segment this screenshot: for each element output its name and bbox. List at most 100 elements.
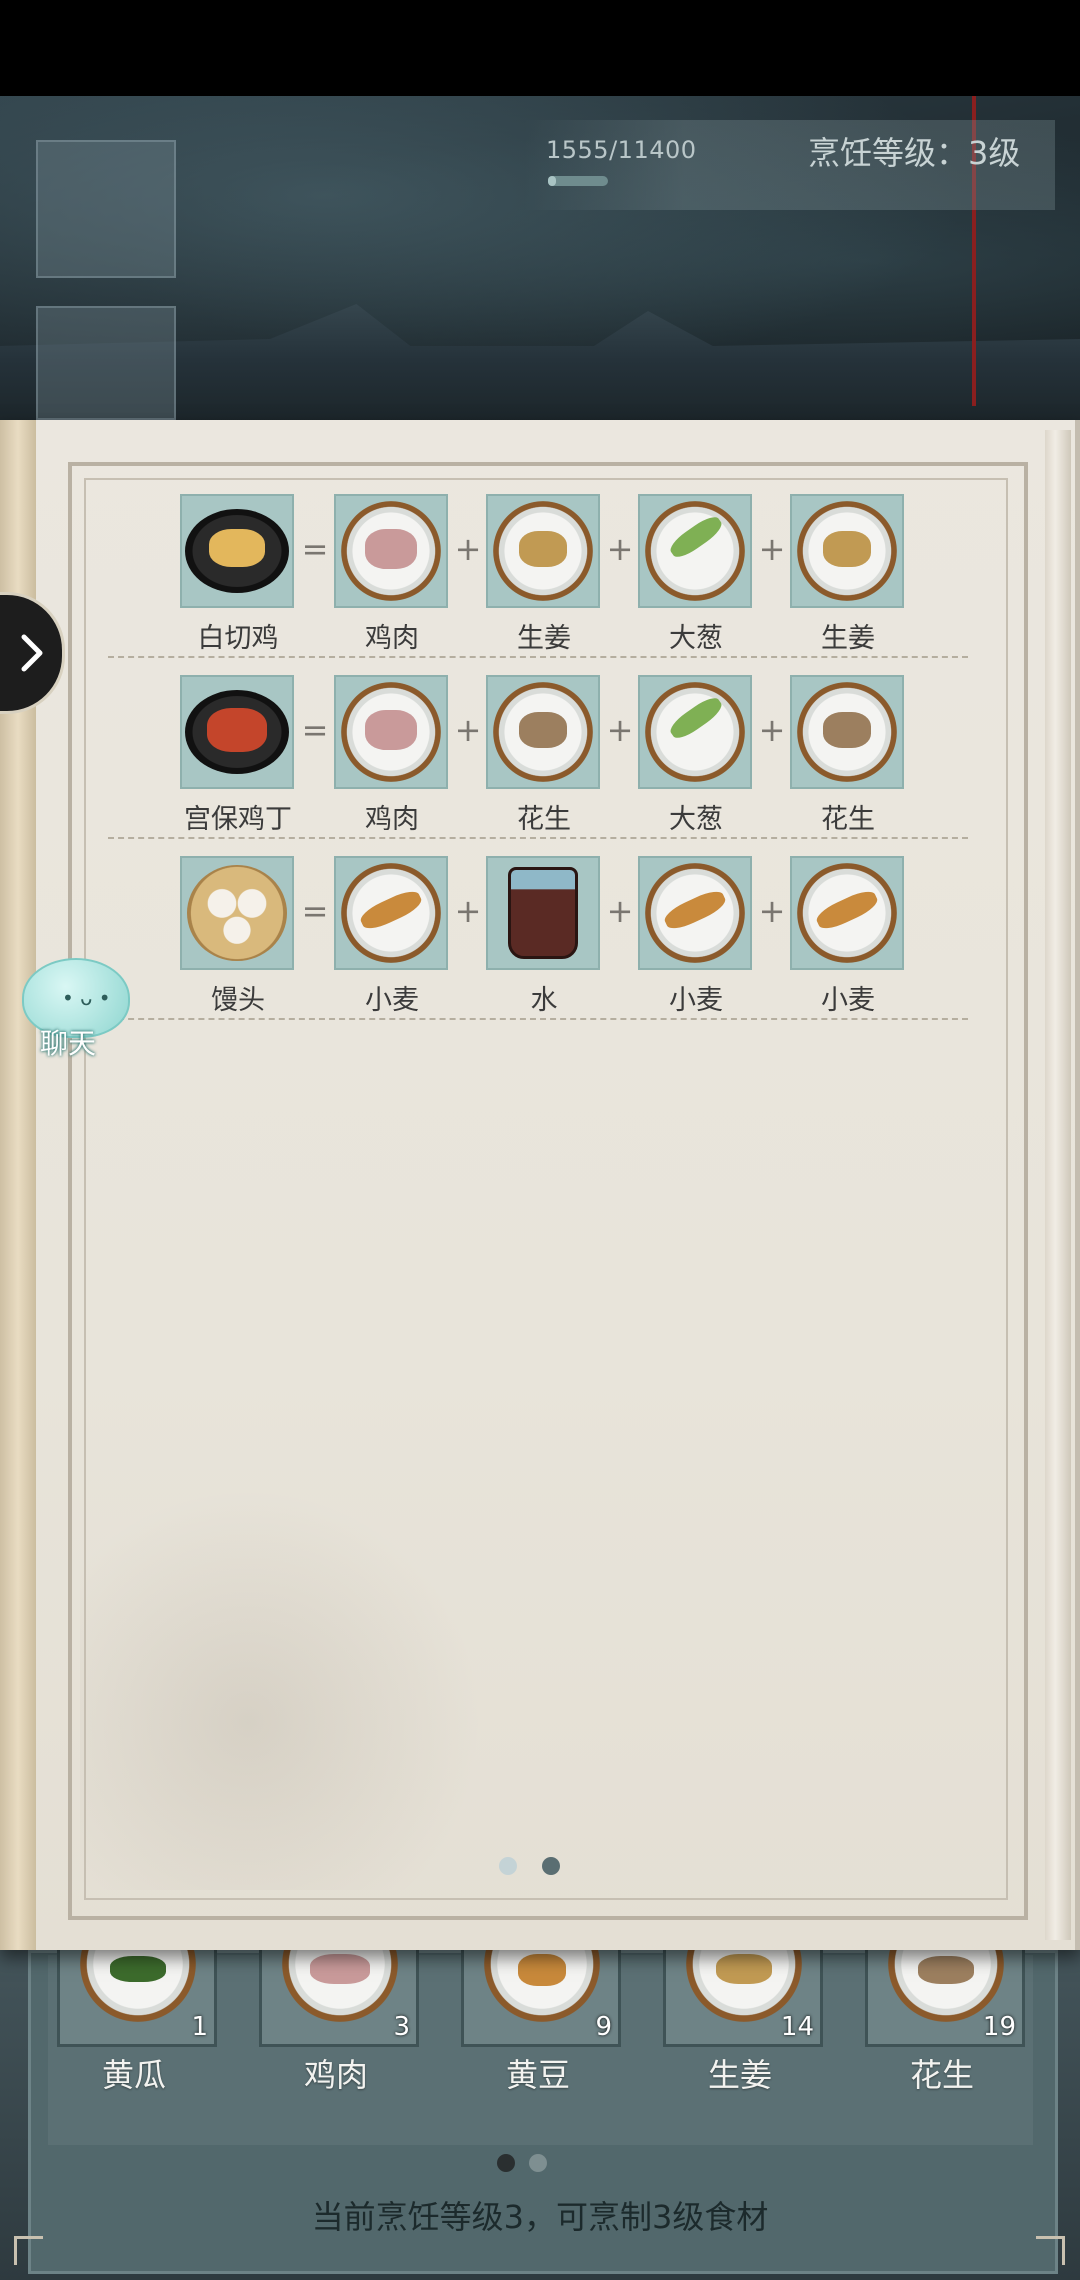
- inventory-slot-peanut[interactable]: 19: [865, 1950, 1025, 2047]
- ingredient-slot[interactable]: [638, 494, 752, 608]
- row-divider: [108, 1018, 968, 1020]
- ingredient-slot[interactable]: [790, 494, 904, 608]
- cooking-xp-text: 1555/11400: [546, 136, 697, 164]
- inventory-page-dot[interactable]: [529, 2154, 547, 2172]
- ingredient-slot[interactable]: [486, 494, 600, 608]
- inventory-count: 3: [393, 2012, 410, 2042]
- book-page-dot[interactable]: [499, 1857, 517, 1875]
- boiled-chicken-icon: [185, 509, 289, 593]
- wheat-icon: [341, 863, 441, 963]
- plus-sign: +: [758, 530, 786, 568]
- chicken-meat-icon: [341, 501, 441, 601]
- recipe-dish-slot[interactable]: [180, 494, 294, 608]
- inventory-count: 14: [780, 2012, 814, 2042]
- chat-label: 聊天: [40, 1027, 97, 1060]
- chevron-right-icon: [21, 634, 43, 672]
- panel-corner: [1036, 2236, 1065, 2265]
- ingredient-label: 小麦: [365, 985, 419, 1016]
- inventory-name: 生姜: [707, 2056, 772, 2094]
- chat-face-icon: • ᴗ •: [62, 986, 111, 1010]
- water-bucket-icon: [508, 867, 578, 959]
- inventory-name: 黄豆: [505, 2056, 570, 2094]
- ginger-icon: [797, 501, 897, 601]
- inventory-slot-ginger[interactable]: 14: [663, 1950, 823, 2047]
- row-divider: [108, 837, 968, 839]
- ingredient-slot[interactable]: [334, 675, 448, 789]
- cooking-level-hint: 当前烹饪等级3，可烹制3级食材: [311, 2198, 769, 2236]
- plus-sign: +: [758, 892, 786, 930]
- cooking-level-text: 烹饪等级：3级: [808, 134, 1021, 172]
- chicken-meat-icon: [282, 1950, 398, 2022]
- window-panel: [36, 140, 176, 278]
- ingredient-slot[interactable]: [486, 856, 600, 970]
- inventory-name: 鸡肉: [303, 2056, 368, 2094]
- ingredient-label: 大葱: [669, 623, 723, 654]
- plus-sign: +: [454, 530, 482, 568]
- plus-sign: +: [454, 892, 482, 930]
- kung-pao-chicken-icon: [185, 690, 289, 774]
- ingredient-slot[interactable]: [486, 675, 600, 789]
- cucumber-icon: [80, 1950, 196, 2022]
- recipe-row[interactable]: 白切鸡 = 鸡肉 + 生姜 + 大葱 + 生姜: [0, 494, 1080, 664]
- ingredient-slot[interactable]: [334, 494, 448, 608]
- recipe-row[interactable]: 馒头 = 小麦 + 水 + 小麦 + 小麦: [0, 856, 1080, 1026]
- xp-progress-fill: [548, 176, 557, 186]
- ingredient-slot[interactable]: [638, 856, 752, 970]
- ingredient-slot[interactable]: [790, 675, 904, 789]
- scallion-icon: [645, 682, 745, 782]
- peanut-icon: [493, 682, 593, 782]
- status-band: [0, 0, 1080, 96]
- inventory-slot-chicken[interactable]: 3: [259, 1950, 419, 2047]
- ingredient-slot[interactable]: [334, 856, 448, 970]
- peanut-icon: [797, 682, 897, 782]
- ingredient-label: 生姜: [517, 623, 571, 654]
- panel-corner: [14, 2236, 43, 2265]
- inventory-name: 花生: [909, 2056, 974, 2094]
- plus-sign: +: [606, 892, 634, 930]
- plus-sign: +: [606, 711, 634, 749]
- xp-progress-bar: [548, 176, 608, 186]
- recipe-row[interactable]: 宫保鸡丁 = 鸡肉 + 花生 + 大葱 + 花生: [0, 675, 1080, 845]
- equals-sign: =: [301, 892, 329, 930]
- xp-max: 11400: [617, 136, 697, 164]
- inventory-count: 19: [982, 2012, 1016, 2042]
- ingredient-slot[interactable]: [638, 675, 752, 789]
- inventory-page-dot-active[interactable]: [497, 2154, 515, 2172]
- recipe-dish-slot[interactable]: [180, 675, 294, 789]
- steamed-bun-icon: [187, 865, 287, 961]
- book-page-dot-active[interactable]: [542, 1857, 560, 1875]
- recipe-dish-slot[interactable]: [180, 856, 294, 970]
- ingredient-slot[interactable]: [790, 856, 904, 970]
- ingredient-label: 小麦: [821, 985, 875, 1016]
- inventory-slot-soybean[interactable]: 9: [461, 1950, 621, 2047]
- plus-sign: +: [606, 530, 634, 568]
- row-divider: [108, 656, 968, 658]
- ingredient-label: 花生: [517, 804, 571, 835]
- equals-sign: =: [301, 711, 329, 749]
- ingredient-label: 鸡肉: [365, 623, 419, 654]
- ingredient-label: 花生: [821, 804, 875, 835]
- wheat-icon: [645, 863, 745, 963]
- ingredient-label: 生姜: [821, 623, 875, 654]
- ingredient-label: 大葱: [669, 804, 723, 835]
- soybean-icon: [484, 1950, 600, 2022]
- equals-sign: =: [301, 530, 329, 568]
- recipe-dish-label: 馒头: [211, 985, 265, 1016]
- inventory-slot-cucumber[interactable]: 1: [57, 1950, 217, 2047]
- chicken-meat-icon: [341, 682, 441, 782]
- inventory-name: 黄瓜: [101, 2056, 166, 2094]
- plus-sign: +: [454, 711, 482, 749]
- xp-current: 1555: [546, 136, 610, 164]
- inventory-count: 1: [191, 2012, 208, 2042]
- plus-sign: +: [758, 711, 786, 749]
- chat-button[interactable]: • ᴗ • 聊天: [22, 958, 130, 1060]
- game-screen: 1555/11400 烹饪等级：3级 1 3 9 14 19 黄瓜 鸡肉 黄豆 …: [0, 0, 1080, 2280]
- inventory-count: 9: [595, 2012, 612, 2042]
- ginger-icon: [493, 501, 593, 601]
- recipe-dish-label: 宫保鸡丁: [184, 804, 292, 835]
- recipe-dish-label: 白切鸡: [197, 623, 279, 654]
- scallion-icon: [645, 501, 745, 601]
- ingredient-label: 水: [530, 985, 558, 1016]
- ingredient-label: 小麦: [669, 985, 723, 1016]
- wheat-icon: [797, 863, 897, 963]
